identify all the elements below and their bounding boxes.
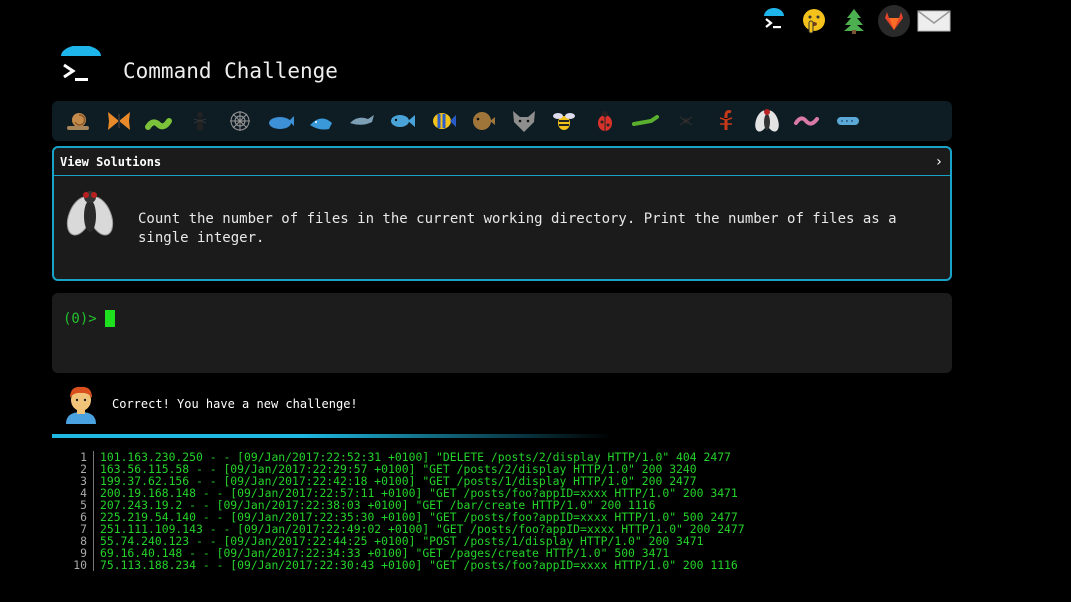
line-number: 10	[60, 559, 94, 571]
cricket-icon[interactable]	[625, 105, 666, 137]
tropical-fish-icon[interactable]	[423, 105, 464, 137]
gitlab-icon[interactable]	[874, 4, 914, 38]
ant-icon[interactable]	[180, 105, 221, 137]
terminal-cursor	[105, 310, 115, 327]
worm-icon[interactable]	[787, 105, 828, 137]
challenge-description: Count the number of files in the current…	[138, 211, 897, 246]
line-number: 6	[60, 511, 94, 523]
terminal-input[interactable]: (0)>	[52, 293, 952, 373]
challenge-panel: View Solutions › Count the number of fil…	[52, 146, 952, 281]
avatar	[64, 384, 98, 424]
line-number: 3	[60, 475, 94, 487]
fish-icon[interactable]	[382, 105, 423, 137]
microbe-icon[interactable]	[828, 105, 869, 137]
log-line: 10 75.113.188.234 - - [09/Jan/2017:22:30:…	[60, 559, 745, 571]
view-solutions-label: View Solutions	[60, 154, 162, 169]
wolf-icon[interactable]	[504, 105, 545, 137]
spider-web-icon[interactable]	[220, 105, 261, 137]
tree-icon[interactable]	[834, 4, 874, 38]
level-bar	[52, 101, 952, 141]
line-number: 1	[60, 451, 94, 463]
bee-icon[interactable]	[544, 105, 585, 137]
bug-icon[interactable]	[139, 105, 180, 137]
page-title: Command Challenge	[123, 59, 338, 83]
top-icons	[754, 4, 954, 38]
lady-beetle-icon[interactable]	[585, 105, 626, 137]
whale-spouting-icon[interactable]	[301, 105, 342, 137]
terminal-icon[interactable]	[754, 4, 794, 38]
line-number: 8	[60, 535, 94, 547]
line-number: 2	[60, 463, 94, 475]
log-text: 75.113.188.234 - - [09/Jan/2017:22:30:43…	[100, 558, 738, 572]
fly-icon[interactable]	[747, 105, 788, 137]
butterfly-icon[interactable]	[99, 105, 140, 137]
mail-icon[interactable]	[914, 4, 954, 38]
chevron-right-icon: ›	[934, 153, 943, 170]
terminal-prompt: (0)>	[63, 311, 97, 327]
line-number: 5	[60, 499, 94, 511]
whale-icon[interactable]	[261, 105, 302, 137]
log-output: 1 101.163.230.250 - - [09/Jan/2017:22:52:…	[60, 451, 745, 571]
line-number: 4	[60, 487, 94, 499]
scorpion-icon[interactable]	[706, 105, 747, 137]
logo-icon	[58, 45, 104, 88]
snail-icon[interactable]	[58, 105, 99, 137]
blowfish-icon[interactable]	[463, 105, 504, 137]
fly-icon	[64, 186, 116, 242]
challenge-body: Count the number of files in the current…	[54, 176, 950, 279]
dolphin-icon[interactable]	[342, 105, 383, 137]
shushing-face-icon[interactable]	[794, 4, 834, 38]
feedback-message: Correct! You have a new challenge!	[112, 397, 358, 411]
spider-icon[interactable]	[666, 105, 707, 137]
progress-bar	[52, 434, 612, 438]
view-solutions-toggle[interactable]: View Solutions ›	[54, 148, 950, 176]
line-number: 7	[60, 523, 94, 535]
